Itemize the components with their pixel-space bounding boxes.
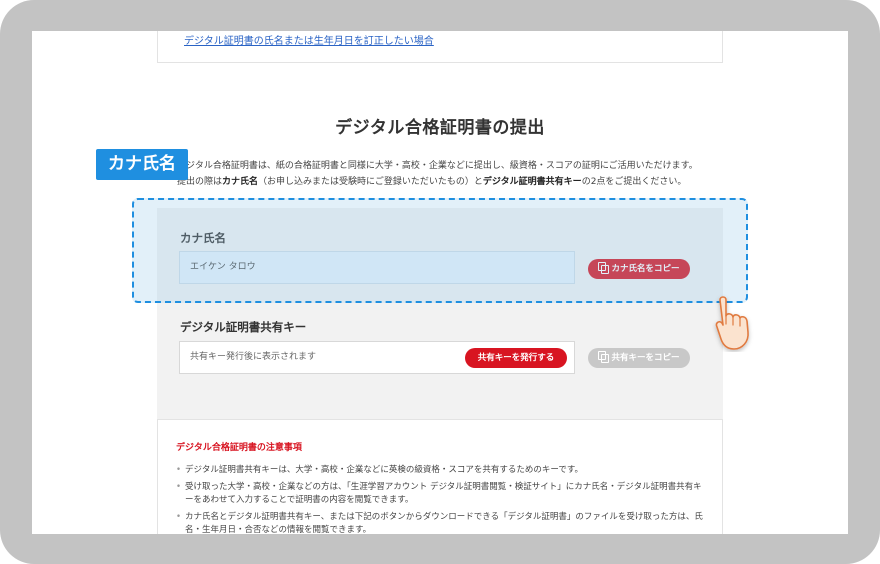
notes-card: デジタル合格証明書の注意事項 デジタル証明書共有キーは、大学・高校・企業などに英… — [157, 419, 723, 534]
notes-list: デジタル証明書共有キーは、大学・高校・企業などに英検の級資格・スコアを共有するた… — [176, 464, 706, 534]
copy-icon — [598, 351, 610, 363]
kana-name-highlight-box — [132, 198, 748, 303]
screen: デジタル証明書の氏名または生年月日を訂正したい場合 デジタル合格証明書の提出 デ… — [32, 31, 848, 534]
issue-share-key-button[interactable]: 共有キーを発行する — [465, 348, 567, 368]
previous-section-card: デジタル証明書の氏名または生年月日を訂正したい場合 — [157, 31, 723, 63]
intro-line-1: デジタル合格証明書は、紙の合格証明書と同様に大学・高校・企業などに提出し、級資格… — [177, 161, 698, 171]
pointing-hand-icon — [715, 296, 749, 350]
notes-item: 受け取った大学・高校・企業などの方は、「生涯学習アカウント デジタル証明書閲覧・… — [176, 481, 706, 508]
intro-line-2: 提出の際はカナ氏名（お申し込みまたは受験時にご登録いただいたもの）とデジタル証明… — [177, 177, 687, 187]
intro-text: デジタル合格証明書は、紙の合格証明書と同様に大学・高校・企業などに提出し、級資格… — [177, 158, 698, 190]
copy-share-key-label: 共有キーをコピー — [611, 353, 680, 363]
page-title: デジタル合格証明書の提出 — [335, 118, 545, 138]
kana-name-callout-tag: カナ氏名 — [96, 149, 188, 180]
notes-item: カナ氏名とデジタル証明書共有キー、または下記のボタンからダウンロードできる「デジ… — [176, 511, 706, 535]
share-key-label: デジタル証明書共有キー — [180, 320, 307, 334]
notes-item: デジタル証明書共有キーは、大学・高校・企業などに英検の級資格・スコアを共有するた… — [176, 464, 706, 478]
device-frame: デジタル証明書の氏名または生年月日を訂正したい場合 デジタル合格証明書の提出 デ… — [0, 0, 880, 564]
copy-share-key-button[interactable]: 共有キーをコピー — [588, 348, 690, 368]
notes-title: デジタル合格証明書の注意事項 — [176, 443, 302, 453]
correct-name-birthdate-link[interactable]: デジタル証明書の氏名または生年月日を訂正したい場合 — [184, 32, 434, 47]
share-key-placeholder: 共有キー発行後に表示されます — [190, 352, 317, 362]
